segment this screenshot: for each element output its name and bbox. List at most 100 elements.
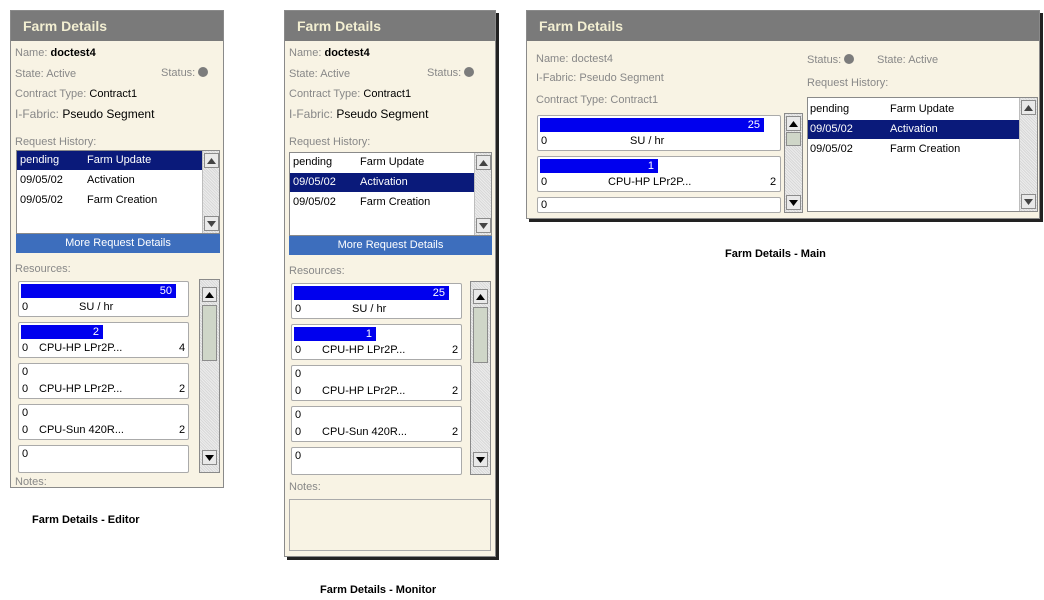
resource-usage-value: 0 [295, 409, 302, 421]
resource-max: 2 [452, 426, 459, 438]
resources-label: Resources: [289, 265, 345, 277]
scroll-up-icon[interactable] [1021, 100, 1036, 115]
resource-name: CPU-HP LPr2P... [39, 383, 123, 395]
resources-list[interactable]: 25 0 SU / hr 1 0 CPU-HP LPr2P... 2 0 0 C… [289, 281, 492, 475]
resource-name: SU / hr [352, 303, 387, 315]
resource-max: 4 [179, 342, 186, 354]
history-scrollbar[interactable] [1019, 98, 1037, 211]
history-row[interactable]: 09/05/02 Activation [290, 173, 474, 192]
resource-min: 0 [295, 303, 302, 315]
caption-editor: Farm Details - Editor [32, 514, 140, 526]
resource-item[interactable]: 0 0 CPU-HP LPr2P... 2 [18, 363, 189, 399]
resource-max: 2 [452, 344, 459, 356]
scroll-up-icon[interactable] [473, 289, 488, 304]
resource-usage-value: 0 [295, 450, 302, 462]
resources-list[interactable]: 25 0 SU / hr 1 0 CPU-HP LPr2P... 2 0 [536, 113, 804, 213]
status-indicator-icon [198, 67, 209, 77]
scroll-thumb[interactable] [786, 132, 801, 146]
scroll-thumb[interactable] [202, 305, 217, 361]
history-row[interactable]: pending Farm Update [17, 151, 202, 170]
resource-usage-bar: 25 [294, 286, 449, 300]
farm-state: State: Active [289, 68, 351, 80]
resource-min: 0 [22, 342, 29, 354]
history-row[interactable]: pending Farm Update [290, 153, 474, 172]
panel-header: Farm Details [527, 11, 1039, 41]
resources-scrollbar[interactable] [470, 281, 491, 475]
scroll-up-icon[interactable] [476, 155, 491, 170]
history-scrollbar[interactable] [202, 151, 219, 233]
scroll-down-icon[interactable] [786, 195, 801, 210]
history-scrollbar[interactable] [474, 153, 491, 235]
resources-scrollbar[interactable] [199, 279, 220, 473]
more-request-details-button[interactable]: More Request Details [16, 234, 220, 253]
farm-state: State: Active [877, 54, 939, 66]
resource-usage-value: 0 [22, 407, 29, 419]
resource-item[interactable]: 25 0 SU / hr [537, 115, 781, 151]
resource-item[interactable]: 0 0 CPU-Sun 420R... 2 [18, 404, 189, 440]
notes-field[interactable] [289, 499, 491, 551]
resource-usage-bar: 1 [294, 327, 376, 341]
resources-scrollbar[interactable] [784, 113, 803, 213]
resource-max: 2 [179, 424, 186, 436]
history-row[interactable]: 09/05/02 Farm Creation [17, 191, 202, 210]
resource-max: 2 [452, 385, 459, 397]
more-request-details-button[interactable]: More Request Details [289, 236, 492, 255]
resource-item[interactable]: 25 0 SU / hr [291, 283, 462, 319]
resource-item[interactable]: 0 0 CPU-HP LPr2P... 2 [291, 365, 462, 401]
notes-label: Notes: [289, 481, 321, 493]
request-history-list[interactable]: pending Farm Update 09/05/02 Activation 09… [289, 152, 492, 236]
scroll-down-icon[interactable] [202, 450, 217, 465]
farm-status: Status: [427, 67, 475, 79]
contract-type: Contract Type: Contract1 [15, 88, 138, 100]
request-history-list[interactable]: pending Farm Update 09/05/02 Activation 09… [16, 150, 220, 234]
i-fabric: I-Fabric: Pseudo Segment [536, 72, 664, 84]
resource-name: CPU-HP LPr2P... [322, 344, 406, 356]
history-row[interactable]: 09/05/02 Farm Creation [290, 193, 474, 212]
resource-item[interactable]: 0 0 CPU-Sun 420R... 2 [291, 406, 462, 442]
history-row[interactable]: 09/05/02 Farm Creation [808, 140, 1019, 159]
resource-item[interactable]: 0 [291, 447, 462, 475]
history-row[interactable]: 09/05/02 Activation [808, 120, 1019, 139]
resource-usage-value: 0 [22, 448, 29, 460]
caption-main: Farm Details - Main [725, 248, 826, 260]
scroll-up-icon[interactable] [204, 153, 219, 168]
resource-max: 2 [770, 176, 777, 188]
resource-name: CPU-HP LPr2P... [608, 176, 692, 188]
request-history-label: Request History: [15, 136, 97, 148]
resource-item[interactable]: 1 0 CPU-HP LPr2P... 2 [291, 324, 462, 360]
i-fabric: I-Fabric: Pseudo Segment [15, 107, 155, 121]
resource-item[interactable]: 50 0 SU / hr [18, 281, 189, 317]
caption-monitor: Farm Details - Monitor [320, 584, 437, 596]
scroll-down-icon[interactable] [476, 218, 491, 233]
scroll-down-icon[interactable] [1021, 194, 1036, 209]
resource-item[interactable]: 0 [18, 445, 189, 473]
resource-name: CPU-Sun 420R... [322, 426, 407, 438]
scroll-down-icon[interactable] [473, 452, 488, 467]
resource-item[interactable]: 2 0 CPU-HP LPr2P... 4 [18, 322, 189, 358]
resource-usage-bar: 1 [540, 159, 658, 173]
resource-usage-value: 0 [22, 366, 29, 378]
status-indicator-icon [464, 67, 475, 77]
resource-min: 0 [22, 383, 29, 395]
resource-name: CPU-Sun 420R... [39, 424, 124, 436]
scroll-up-icon[interactable] [202, 287, 217, 302]
history-row[interactable]: 09/05/02 Activation [17, 171, 202, 190]
scroll-up-icon[interactable] [786, 116, 801, 131]
history-row[interactable]: pending Farm Update [808, 100, 1019, 119]
resource-max: 2 [179, 383, 186, 395]
resource-min: 0 [541, 135, 548, 147]
scroll-thumb[interactable] [473, 307, 488, 363]
farm-state: State: Active [15, 68, 77, 80]
resource-name: SU / hr [630, 135, 665, 147]
resource-item[interactable]: 1 0 CPU-HP LPr2P... 2 [537, 156, 781, 192]
resource-name: CPU-HP LPr2P... [322, 385, 406, 397]
resources-list[interactable]: 50 0 SU / hr 2 0 CPU-HP LPr2P... 4 0 0 C… [16, 279, 220, 473]
resource-name: CPU-HP LPr2P... [39, 342, 123, 354]
scroll-down-icon[interactable] [204, 216, 219, 231]
resource-name: SU / hr [79, 301, 114, 313]
request-history-list[interactable]: pending Farm Update 09/05/02 Activation 09… [807, 97, 1038, 212]
panel-header: Farm Details [11, 11, 223, 41]
resource-min: 0 [541, 176, 548, 188]
resource-item[interactable]: 0 [537, 197, 781, 213]
resource-min: 0 [295, 344, 302, 356]
